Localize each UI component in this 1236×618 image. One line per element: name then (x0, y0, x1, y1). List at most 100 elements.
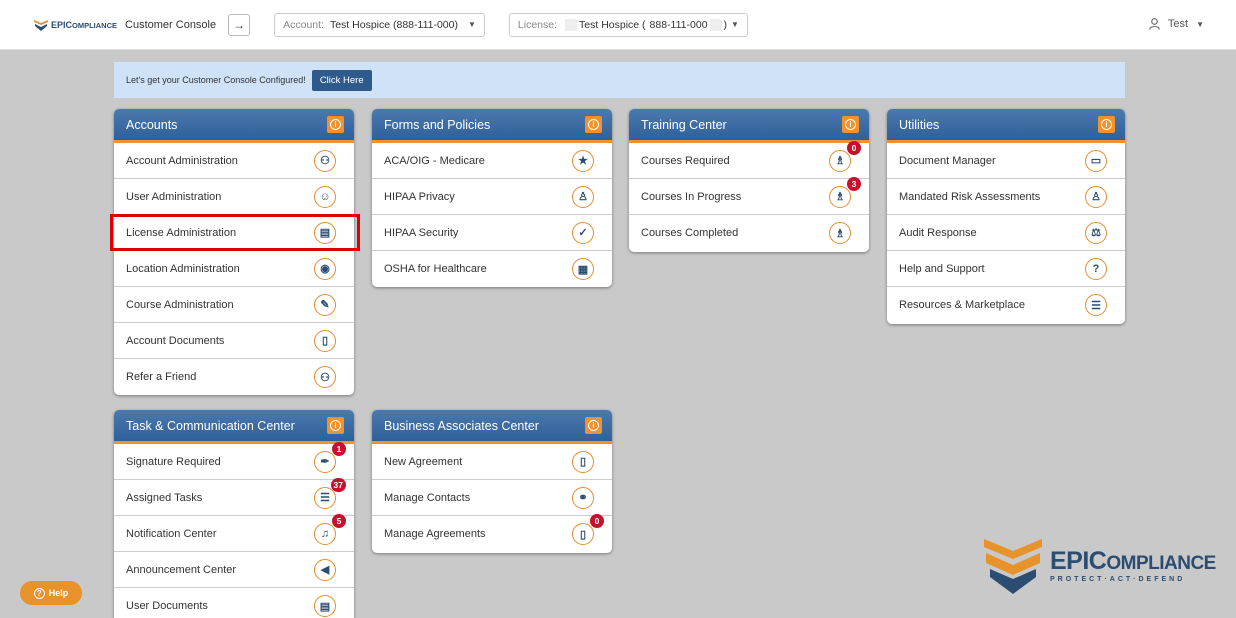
info-icon: i (330, 119, 341, 130)
console-title: Customer Console (125, 18, 217, 31)
go-arrow-button[interactable]: → (228, 13, 251, 36)
info-button[interactable]: i (1098, 116, 1115, 133)
info-button[interactable]: i (327, 116, 344, 133)
menu-item-label: Document Manager (899, 154, 996, 167)
logo-wordmark: EPICOMPLIANCE (51, 19, 118, 30)
icon-glyph: ✒ (320, 456, 330, 468)
menu-item-label: HIPAA Privacy (384, 190, 455, 203)
panel-title: Business Associates Center (384, 418, 539, 433)
info-icon: i (588, 420, 599, 431)
account-value: Test Hospice (888-111-000) (329, 18, 458, 31)
clipboard-icon: ▦ (572, 258, 594, 280)
menu-item-osha-for-healthcare[interactable]: OSHA for Healthcare ▦ (372, 251, 612, 287)
menu-item-document-manager[interactable]: Document Manager ▭ (887, 143, 1125, 179)
panel-header: Business Associates Center i (372, 410, 612, 444)
license-value-number: 888-111-000 (649, 18, 708, 31)
question-icon: ? (33, 587, 45, 599)
menu-item-manage-contacts[interactable]: Manage Contacts ⚭ (372, 480, 612, 516)
menu-item-aca-oig-medicare[interactable]: ACA/OIG - Medicare ★ (372, 143, 612, 179)
account-select[interactable]: Account: Test Hospice (888-111-000) ▼ (274, 12, 485, 37)
panel-title: Task & Communication Center (126, 418, 295, 433)
info-button[interactable]: i (327, 417, 344, 434)
menu-item-label: Account Administration (126, 154, 238, 167)
panel-header: Accounts i (114, 109, 354, 143)
menu-item-label: Mandated Risk Assessments (899, 190, 1041, 203)
graduate-icon: ✎ (314, 293, 336, 316)
menu-item-user-administration[interactable]: User Administration ☺ (114, 179, 354, 215)
menu-item-signature-required[interactable]: Signature Required ✒ 1 (114, 441, 354, 480)
menu-item-account-documents[interactable]: Account Documents ▯ (114, 323, 354, 359)
brand-tagline: PROTECT·ACT·DEFEND (1050, 576, 1186, 583)
document-icon: ▯ (314, 329, 336, 352)
menu-item-refer-a-friend[interactable]: Refer a Friend ⚇ (114, 359, 354, 395)
menu-item-label: Assigned Tasks (126, 491, 203, 504)
menu-item-label: Courses Completed (641, 227, 739, 239)
menu-item-manage-agreements[interactable]: Manage Agreements ▯ 0 (372, 514, 612, 552)
menu-item-mandated-risk-assessments[interactable]: Mandated Risk Assessments ♙ (887, 179, 1125, 215)
menu-item-assigned-tasks[interactable]: Assigned Tasks ☰ 37 (114, 477, 354, 516)
menu-item-hipaa-security[interactable]: HIPAA Security ✓ (372, 215, 612, 251)
forms-and-policies-panel: Forms and Policies i ACA/OIG - Medicare ★ … (372, 109, 612, 287)
info-button[interactable]: i (585, 116, 602, 133)
menu-item-notification-center[interactable]: Notification Center ♫ 5 (114, 513, 354, 552)
info-button[interactable]: i (842, 116, 859, 133)
panel-title: Training Center (641, 117, 727, 132)
menu-item-label: Refer a Friend (126, 371, 197, 383)
icon-glyph: ♫ (320, 527, 330, 540)
teacher-icon: ♗ 3 (829, 176, 861, 208)
count-badge: 37 (330, 477, 346, 492)
brand-name: EPICOMPLIANCE (1050, 547, 1216, 575)
menu-item-help-and-support[interactable]: Help and Support? (887, 251, 1125, 287)
menu-item-label: User Documents (126, 600, 208, 612)
info-button[interactable]: i (585, 417, 602, 434)
highlight-box (110, 214, 360, 251)
menu-item-announcement-center[interactable]: Announcement Center ◀ (114, 552, 354, 588)
info-icon: i (330, 420, 341, 431)
menu-item-courses-in-progress[interactable]: Courses In Progress ♗ 3 (629, 176, 869, 215)
menu-item-course-administration[interactable]: Course Administration ✎ (114, 287, 354, 323)
user-menu[interactable]: Test ▼ (1149, 18, 1204, 30)
banner-text: Let's get your Customer Console Configur… (126, 75, 306, 85)
accounts-panel: Accounts i Account Administration ⚇ User A… (114, 109, 354, 395)
folder-open-icon: ▭ (1085, 149, 1107, 172)
redacted-block (709, 18, 722, 31)
app-logo[interactable]: EPICOMPLIANCE (34, 19, 117, 31)
menu-item-label: Course Administration (126, 298, 234, 311)
menu-item-account-administration[interactable]: Account Administration ⚇ (114, 143, 354, 179)
redacted-block (565, 18, 578, 31)
license-select[interactable]: License: Test Hospice ( 888-111-000 ) ▼ (508, 12, 748, 37)
menu-item-courses-required[interactable]: Courses Required ♗ 0 (629, 140, 869, 179)
business-associates-panel: Business Associates Center i New Agreemen… (372, 410, 612, 553)
menu-item-label: Account Documents (126, 334, 225, 347)
brand-shield-icon (984, 539, 1042, 594)
user-secret-icon: ♙ (572, 185, 594, 208)
user-name: Test (1167, 18, 1189, 30)
menu-item-label: Help and Support (899, 262, 985, 275)
menu-item-label: New Agreement (384, 455, 463, 468)
license-label: License: (517, 18, 558, 31)
count-badge: 0 (847, 140, 861, 155)
count-badge: 1 (332, 441, 346, 456)
menu-item-resources-marketplace[interactable]: Resources & Marketplace ☰ (887, 287, 1125, 323)
utilities-panel: Utilities i Document Manager ▭ Mandated Ri… (887, 109, 1125, 324)
menu-item-hipaa-privacy[interactable]: HIPAA Privacy ♙ (372, 179, 612, 215)
question-icon: ? (1085, 257, 1107, 280)
menu-item-label: Location Administration (126, 262, 240, 275)
brand-logo: EPICOMPLIANCE PROTECT·ACT·DEFEND (982, 537, 1216, 595)
menu-item-location-administration[interactable]: Location Administration ◉ (114, 251, 354, 287)
menu-item-label: Manage Contacts (384, 491, 471, 504)
scale-icon: ⚖ (1085, 221, 1107, 244)
help-button[interactable]: ? Help (20, 581, 82, 605)
menu-item-user-documents[interactable]: User Documents ▤ (114, 588, 354, 618)
click-here-button[interactable]: Click Here (311, 69, 372, 91)
file-signature-icon: ▯ (572, 450, 594, 473)
handshake-icon: ⚭ (572, 486, 594, 509)
menu-item-audit-response[interactable]: Audit Response ⚖ (887, 215, 1125, 251)
user-tie-icon: ♙ (1085, 185, 1107, 208)
menu-item-courses-completed[interactable]: Courses Completed ♗ (629, 215, 869, 251)
menu-item-new-agreement[interactable]: New Agreement ▯ (372, 444, 612, 480)
brand-text: EPICOMPLIANCE PROTECT·ACT·DEFEND (1050, 547, 1216, 584)
tasks-icon: ☰ 37 (314, 477, 346, 509)
menu-item-label: ACA/OIG - Medicare (384, 154, 485, 167)
task-communication-panel: Task & Communication Center i Signature R… (114, 410, 354, 618)
